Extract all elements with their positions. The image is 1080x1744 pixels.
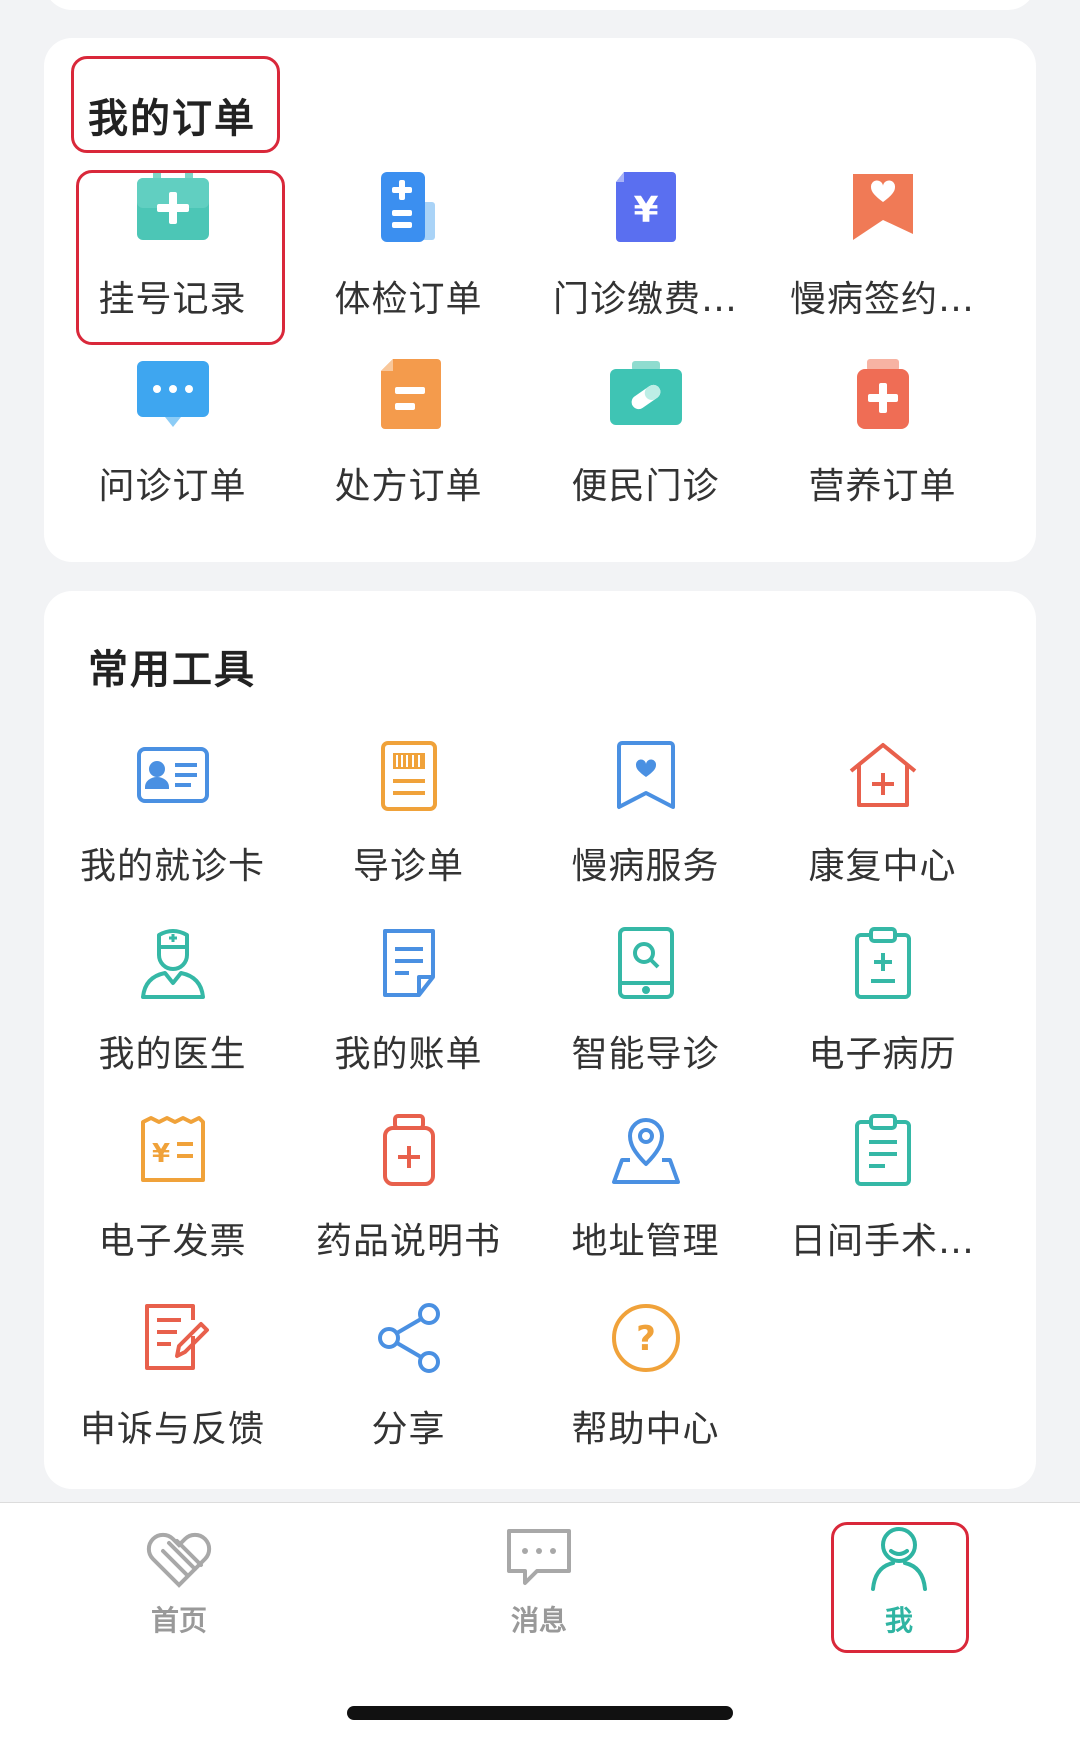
tool-item-label: 申诉与反馈 <box>79 1409 265 1450</box>
tool-item-chronic-service[interactable]: 慢病服务 <box>527 733 764 903</box>
order-item-consultation[interactable]: 问诊订单 <box>54 353 291 523</box>
feedback-icon <box>144 1304 209 1370</box>
previous-card-edge <box>44 0 1036 10</box>
tab-home-label: 首页 <box>150 1604 207 1637</box>
svg-text:¥: ¥ <box>633 190 658 231</box>
tool-item-label: 地址管理 <box>571 1221 720 1262</box>
heart-bookmark-icon <box>616 741 675 809</box>
location-pin-icon <box>611 1118 680 1184</box>
tool-item-label: 电子病历 <box>808 1034 957 1075</box>
tool-item-guide-sheet[interactable]: 导诊单 <box>290 733 527 903</box>
svg-text:?: ? <box>636 1319 656 1359</box>
order-item-label: 便民门诊 <box>571 466 720 507</box>
order-item-chronic-contract[interactable]: 慢病签约… <box>764 166 1001 336</box>
convenience-clinic-icon <box>609 361 682 425</box>
tool-item-label: 我的账单 <box>334 1034 483 1075</box>
tool-item-label: 电子发票 <box>98 1221 247 1262</box>
order-item-label: 挂号记录 <box>98 279 247 320</box>
outpatient-payment-icon: ¥ <box>615 172 676 242</box>
order-item-convenience-clinic[interactable]: 便民门诊 <box>527 353 764 523</box>
barcode-sheet-icon <box>380 741 437 811</box>
invoice-icon: ¥ <box>140 1116 205 1182</box>
tool-item-label: 日间手术… <box>789 1221 975 1262</box>
tab-messages[interactable]: 消息 <box>474 1521 604 1651</box>
help-icon: ? <box>611 1304 680 1372</box>
tool-item-help-center[interactable]: ? 帮助中心 <box>527 1296 764 1466</box>
chronic-contract-icon <box>852 174 913 240</box>
order-item-registration[interactable]: 挂号记录 <box>54 166 291 336</box>
tool-item-label: 智能导诊 <box>571 1034 720 1075</box>
order-item-prescription[interactable]: 处方订单 <box>290 353 527 523</box>
id-card-icon <box>136 747 209 803</box>
tool-item-medical-card[interactable]: 我的就诊卡 <box>54 733 291 903</box>
order-item-label: 营养订单 <box>808 466 957 507</box>
consultation-icon <box>136 361 209 427</box>
tab-home[interactable]: 首页 <box>114 1521 244 1651</box>
tool-item-day-surgery[interactable]: 日间手术… <box>764 1108 1001 1278</box>
order-item-label: 问诊订单 <box>98 466 247 507</box>
tool-item-e-invoice[interactable]: ¥ 电子发票 <box>54 1108 291 1278</box>
heart-logo-icon <box>146 1532 212 1588</box>
nutrition-icon <box>856 359 909 429</box>
svg-text:¥: ¥ <box>151 1139 169 1169</box>
order-item-outpatient-payment[interactable]: ¥ 门诊缴费… <box>527 166 764 336</box>
tab-messages-label: 消息 <box>510 1604 567 1637</box>
tool-item-share[interactable]: 分享 <box>290 1296 527 1466</box>
tool-item-smart-guide[interactable]: 智能导诊 <box>527 921 764 1091</box>
clipboard-plus-icon <box>854 927 911 999</box>
share-icon <box>377 1303 440 1373</box>
tool-item-label: 分享 <box>371 1409 446 1450</box>
home-indicator <box>347 1706 733 1720</box>
order-item-checkup[interactable]: 体检订单 <box>290 166 527 336</box>
tool-item-label: 我的医生 <box>98 1034 247 1075</box>
registration-icon <box>136 170 209 240</box>
tool-item-my-doctor[interactable]: 我的医生 <box>54 921 291 1091</box>
tool-item-label: 导诊单 <box>352 846 464 887</box>
tool-item-address[interactable]: 地址管理 <box>527 1108 764 1278</box>
tool-item-my-bill[interactable]: 我的账单 <box>290 921 527 1091</box>
common-tools-title: 常用工具 <box>88 647 256 693</box>
tool-item-label: 慢病服务 <box>571 846 720 887</box>
tool-item-label: 药品说明书 <box>315 1221 501 1262</box>
common-tools-card: 常用工具 我的就诊卡 导诊单 慢病服务 康复中心 我的医生 我的账单 智能导诊 … <box>44 591 1036 1489</box>
order-item-label: 门诊缴费… <box>552 279 738 320</box>
tab-me[interactable]: 我 <box>834 1521 964 1651</box>
clipboard-list-icon <box>854 1114 911 1186</box>
doctor-icon <box>140 929 205 999</box>
tool-item-rehab-center[interactable]: 康复中心 <box>764 733 1001 903</box>
order-item-nutrition[interactable]: 营养订单 <box>764 353 1001 523</box>
chat-bubble-icon <box>507 1529 571 1585</box>
tool-item-emr[interactable]: 电子病历 <box>764 921 1001 1091</box>
tool-item-drug-leaflet[interactable]: 药品说明书 <box>290 1108 527 1278</box>
prescription-icon <box>380 359 441 429</box>
checkup-icon <box>380 172 435 242</box>
order-item-label: 体检订单 <box>334 279 483 320</box>
order-item-label: 处方订单 <box>334 466 483 507</box>
tool-item-label: 帮助中心 <box>571 1409 720 1450</box>
home-plus-icon <box>849 743 916 807</box>
user-icon <box>871 1527 927 1591</box>
tool-item-label: 康复中心 <box>808 846 957 887</box>
order-item-label: 慢病签约… <box>789 279 975 320</box>
tool-item-feedback[interactable]: 申诉与反馈 <box>54 1296 291 1466</box>
bill-icon <box>382 929 435 997</box>
tool-item-label: 我的就诊卡 <box>79 846 265 887</box>
medicine-bottle-icon <box>382 1114 435 1186</box>
my-orders-card: 我的订单 挂号记录 体检订单 ¥ 门诊缴费… 慢病签约… 问诊订单 处方订单 便… <box>44 38 1036 562</box>
tablet-search-icon <box>617 927 674 999</box>
tab-me-label: 我 <box>884 1604 913 1637</box>
my-orders-title: 我的订单 <box>88 96 256 142</box>
